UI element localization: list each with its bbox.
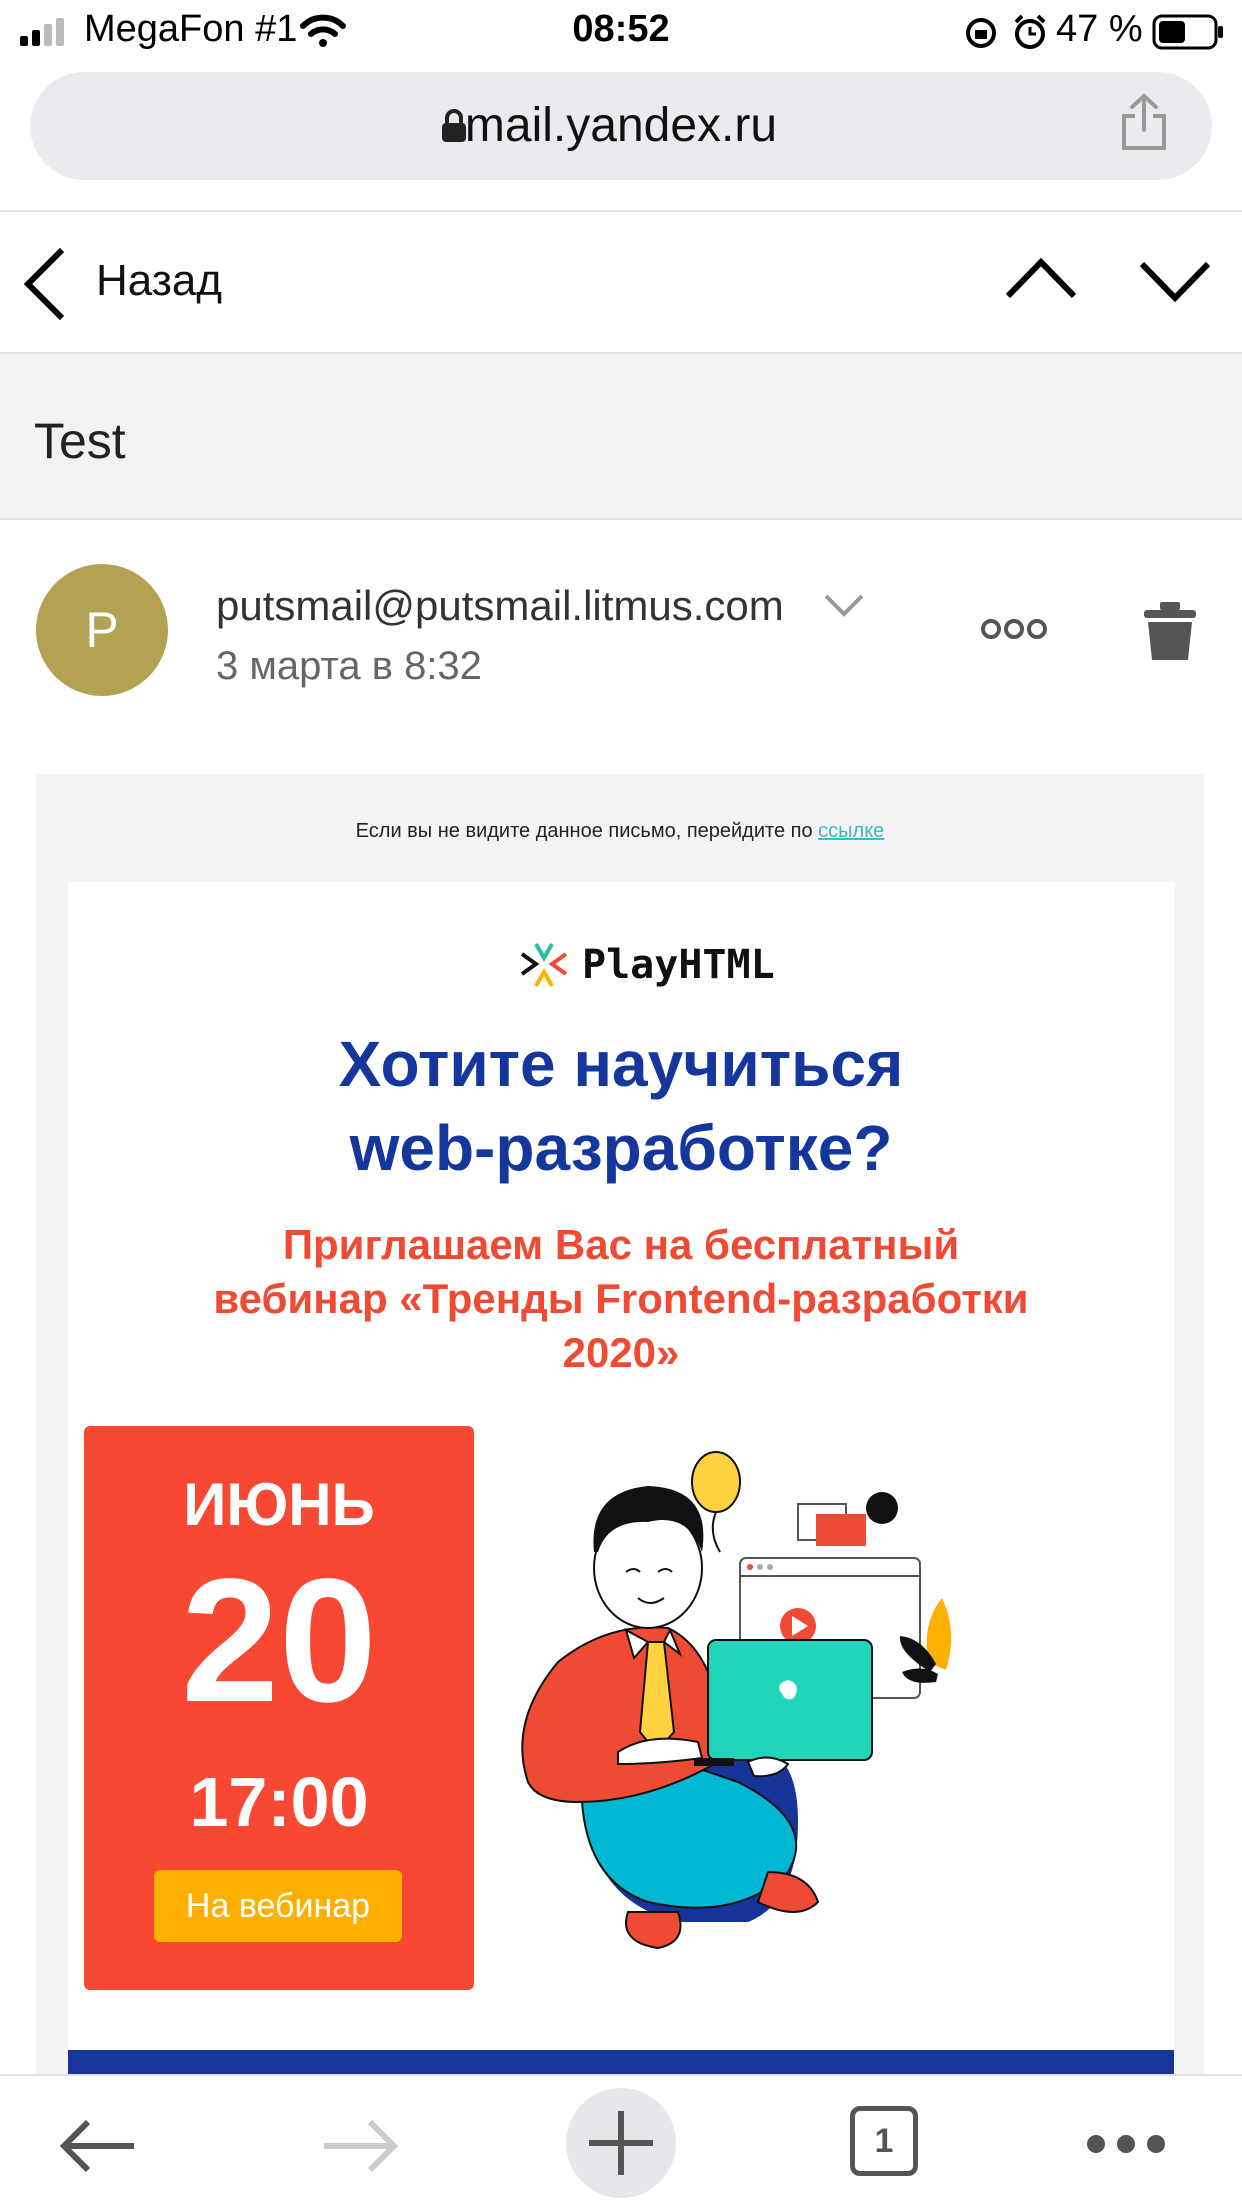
rotation-lock-icon: [966, 18, 996, 48]
preheader: Если вы не видите данное письмо, перейди…: [36, 820, 1204, 843]
browser-toolbar: 1: [0, 2074, 1242, 2208]
message-date: 3 марта в 8:32: [216, 644, 482, 688]
battery-icon: [1152, 14, 1223, 50]
email-headline: Хотите научиться web-разработке?: [68, 1022, 1174, 1190]
previous-message-icon[interactable]: [1004, 256, 1078, 302]
webinar-button[interactable]: На вебинар: [154, 1870, 402, 1942]
email-subheadline: Приглашаем Вас на бесплатный вебинар «Тр…: [68, 1218, 1174, 1380]
subhead-line: 2020»: [562, 1329, 680, 1376]
event-date-card: ИЮНЬ 20 17:00 На вебинар: [84, 1426, 474, 1990]
event-day: 20: [181, 1543, 377, 1739]
brand-name: PlayHTML: [582, 942, 775, 988]
next-message-icon[interactable]: [1138, 258, 1212, 304]
subject-bar: Test: [0, 352, 1242, 520]
subhead-line: Приглашаем Вас на бесплатный: [282, 1221, 960, 1268]
subhead-line: вебинар «Тренды Frontend-разработки: [213, 1275, 1029, 1322]
headline-line: web-разработке?: [349, 1112, 893, 1184]
message-subject: Test: [34, 413, 126, 469]
back-button[interactable]: Назад: [96, 256, 222, 306]
share-icon[interactable]: [1118, 92, 1170, 152]
event-month: ИЮНЬ: [183, 1471, 375, 1538]
brand-logo-icon: [520, 943, 568, 987]
email-card: PlayHTML Хотите научиться web-разработке…: [68, 882, 1174, 2090]
trash-icon[interactable]: [1142, 600, 1198, 662]
more-options-icon[interactable]: [980, 618, 1048, 640]
tabs-count-button[interactable]: 1: [850, 2106, 918, 2176]
address-bar[interactable]: mail.yandex.ru: [30, 72, 1212, 180]
chevron-down-icon[interactable]: [822, 592, 866, 620]
email-body: Если вы не видите данное письмо, перейди…: [36, 774, 1204, 2090]
avatar[interactable]: P: [36, 564, 168, 696]
new-tab-button[interactable]: [566, 2088, 676, 2198]
forward-arrow-icon[interactable]: [320, 2118, 400, 2174]
back-arrow-icon[interactable]: [58, 2118, 138, 2174]
developer-illustration: [521, 1451, 952, 1950]
alarm-icon: [1014, 14, 1046, 49]
headline-line: Хотите научиться: [338, 1028, 904, 1100]
menu-dots-icon[interactable]: [1084, 2132, 1168, 2156]
battery-percent: 47 %: [1056, 8, 1143, 50]
event-time: 17:00: [189, 1763, 369, 1841]
preheader-text: Если вы не видите данное письмо, перейди…: [355, 820, 819, 842]
plus-icon: [589, 2111, 653, 2175]
status-bar: MegaFon #1 08:52 47 %: [0, 0, 1242, 60]
sender-address[interactable]: putsmail@putsmail.litmus.com: [216, 582, 784, 630]
message-nav: Назад: [0, 212, 1242, 352]
view-online-link[interactable]: ссылке: [818, 820, 884, 842]
url-text: mail.yandex.ru: [464, 99, 778, 152]
back-chevron-icon[interactable]: [22, 246, 68, 322]
